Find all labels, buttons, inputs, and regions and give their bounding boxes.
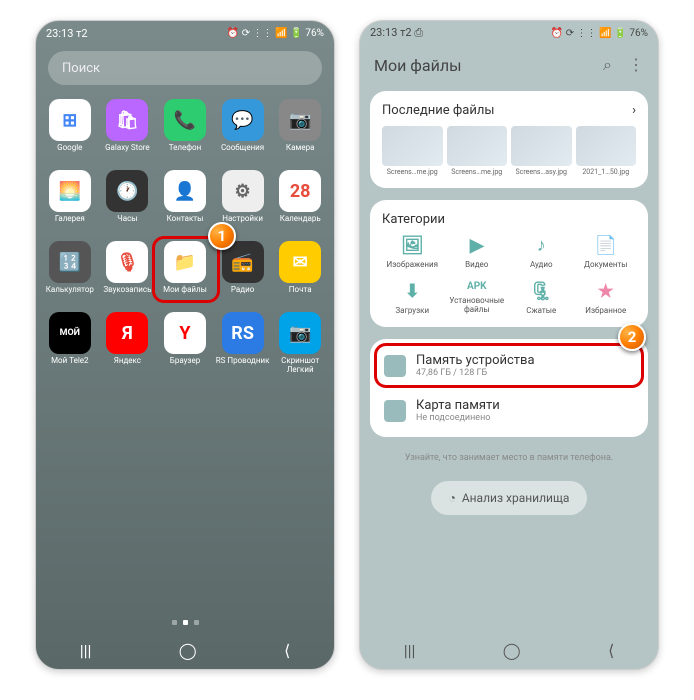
more-icon[interactable]: ⋮ bbox=[628, 55, 644, 75]
sd-card-row[interactable]: Карта памятиНе подсоединено bbox=[370, 388, 648, 433]
app-звукозапись[interactable]: 🎙Звукозапись bbox=[100, 241, 156, 302]
storage-icon bbox=[384, 400, 406, 422]
app-яндекс[interactable]: ЯЯндекс bbox=[100, 312, 156, 375]
categories-header: Категории bbox=[382, 212, 445, 227]
category-установочные файлы[interactable]: APKУстановочные файлы bbox=[447, 281, 508, 315]
category-избранное[interactable]: ★Избранное bbox=[576, 281, 637, 315]
app-скриншот легкий[interactable]: 📷Скриншот Легкий bbox=[272, 312, 328, 375]
category-сжатые[interactable]: 🗜Сжатые bbox=[511, 281, 572, 315]
category-документы[interactable]: 📄Документы bbox=[576, 235, 637, 269]
app-galaxy store[interactable]: 🛍Galaxy Store bbox=[100, 99, 156, 160]
app-сообщения[interactable]: 💬Сообщения bbox=[215, 99, 271, 160]
category-видео[interactable]: ▶Видео bbox=[447, 235, 508, 269]
search-input[interactable]: Поиск bbox=[48, 51, 322, 85]
search-placeholder: Поиск bbox=[62, 61, 100, 76]
nav-recent[interactable]: ||| bbox=[404, 641, 416, 660]
analyze-storage-button[interactable]: ◔ Анализ хранилища bbox=[431, 481, 588, 515]
app-календарь[interactable]: 28Календарь bbox=[272, 170, 328, 231]
recent-file[interactable]: Screens…me.jpg bbox=[447, 126, 508, 176]
app-галерея[interactable]: 🌅Галерея bbox=[42, 170, 98, 231]
category-аудио[interactable]: ♪Аудио bbox=[511, 235, 572, 269]
nav-back[interactable]: ⟨ bbox=[284, 641, 290, 660]
nav-recent[interactable]: ||| bbox=[80, 641, 92, 660]
app-камера[interactable]: 📷Камера bbox=[272, 99, 328, 160]
status-bar: 23:13 т2 ⏰ ⟳ ⋮⋮ 📶 🔋 76% bbox=[36, 21, 334, 45]
callout-badge-2: 2 bbox=[618, 323, 646, 351]
phone-home-screen: 23:13 т2 ⏰ ⟳ ⋮⋮ 📶 🔋 76% Поиск ⊞Google🛍Ga… bbox=[35, 20, 335, 670]
app-контакты[interactable]: 👤Контакты bbox=[157, 170, 213, 231]
storage-card: Память устройства47,86 ГБ / 128 ГБКарта … bbox=[370, 339, 648, 437]
recent-header: Последние файлы bbox=[382, 103, 494, 118]
app-калькулятор[interactable]: 🔢Калькулятор bbox=[42, 241, 98, 302]
status-bar: 23:13 т2 ⎙ ⏰ ⟳ ⋮⋮ 📶 🔋 76% bbox=[360, 21, 658, 45]
recent-file[interactable]: Screens…asy.jpg bbox=[511, 126, 572, 176]
app-телефон[interactable]: 📞Телефон bbox=[157, 99, 213, 160]
categories-card: Категории 🖼Изображения▶Видео♪Аудио📄Докум… bbox=[370, 200, 648, 327]
app-мои файлы[interactable]: 📁Мои файлы bbox=[157, 241, 213, 302]
app-header: Мои файлы ⌕ ⋮ bbox=[360, 45, 658, 85]
storage-icon bbox=[384, 355, 406, 377]
callout-badge-1: 1 bbox=[208, 222, 236, 250]
nav-home[interactable]: ◯ bbox=[179, 641, 197, 660]
chart-icon: ◔ bbox=[449, 491, 456, 505]
app-радио[interactable]: 📻Радио bbox=[215, 241, 271, 302]
app-часы[interactable]: 🕐Часы bbox=[100, 170, 156, 231]
nav-bar: ||| ◯ ⟨ bbox=[360, 631, 658, 669]
app-браузер[interactable]: YБраузер bbox=[157, 312, 213, 375]
recent-file[interactable]: 2021_1…50.jpg bbox=[576, 126, 637, 176]
category-загрузки[interactable]: ⬇Загрузки bbox=[382, 281, 443, 315]
recent-files-card: Последние файлы › Screens…me.jpgScreens…… bbox=[370, 91, 648, 188]
app-мой tele2[interactable]: МОЙМой Tele2 bbox=[42, 312, 98, 375]
nav-bar: ||| ◯ ⟨ bbox=[36, 631, 334, 669]
search-icon[interactable]: ⌕ bbox=[603, 55, 612, 75]
nav-back[interactable]: ⟨ bbox=[608, 641, 614, 660]
device-memory-row[interactable]: Память устройства47,86 ГБ / 128 ГБ bbox=[370, 343, 648, 388]
nav-home[interactable]: ◯ bbox=[503, 641, 521, 660]
page-indicator bbox=[36, 620, 334, 625]
app-google[interactable]: ⊞Google bbox=[42, 99, 98, 160]
phone-my-files: 23:13 т2 ⎙ ⏰ ⟳ ⋮⋮ 📶 🔋 76% Мои файлы ⌕ ⋮ … bbox=[359, 20, 659, 670]
page-title: Мои файлы bbox=[374, 56, 462, 75]
recent-file[interactable]: Screens…me.jpg bbox=[382, 126, 443, 176]
storage-hint: Узнайте, что занимает место в памяти тел… bbox=[370, 453, 648, 463]
app-rs проводник[interactable]: RSRS Проводник bbox=[215, 312, 271, 375]
app-почта[interactable]: ✉Почта bbox=[272, 241, 328, 302]
chevron-right-icon[interactable]: › bbox=[632, 103, 636, 118]
apps-grid: ⊞Google🛍Galaxy Store📞Телефон💬Сообщения📷К… bbox=[36, 91, 334, 383]
category-изображения[interactable]: 🖼Изображения bbox=[382, 235, 443, 269]
